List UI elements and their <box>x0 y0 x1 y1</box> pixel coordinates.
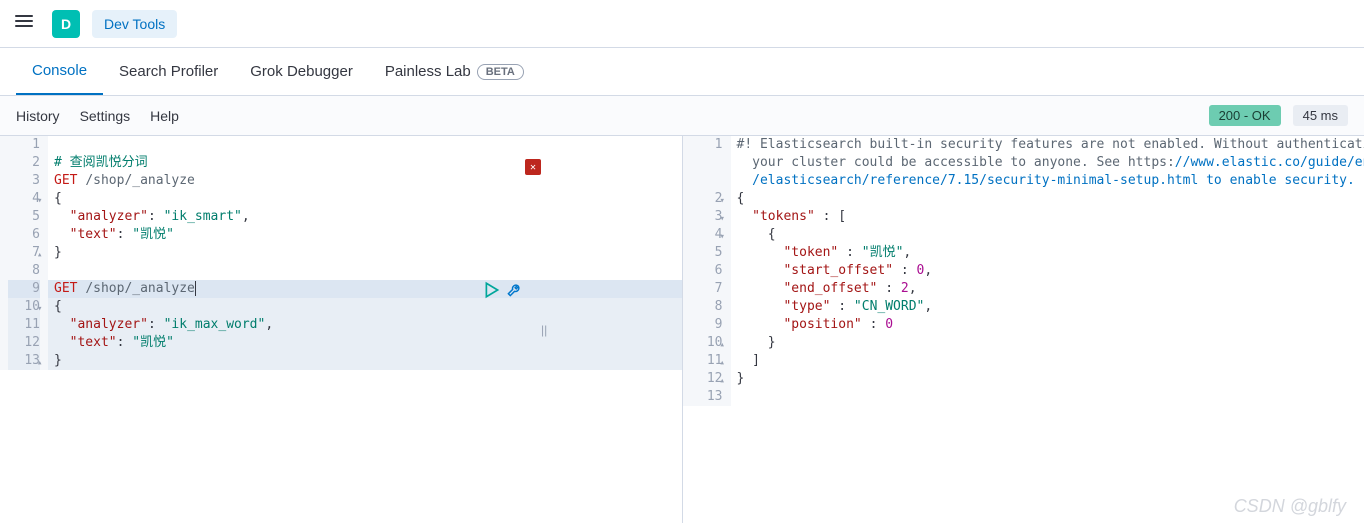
settings-link[interactable]: Settings <box>80 108 131 124</box>
error-marker-icon[interactable] <box>525 159 541 175</box>
response-viewer[interactable]: 12345678910111213#! Elasticsearch built-… <box>683 136 1364 523</box>
app-icon[interactable]: D <box>52 10 80 38</box>
status-badge: 200 - OK <box>1209 105 1281 126</box>
app-header: D Dev Tools <box>0 0 1364 48</box>
tab-console[interactable]: Console <box>16 48 103 95</box>
menu-icon[interactable] <box>12 12 36 36</box>
response-time: 45 ms <box>1293 105 1348 126</box>
history-link[interactable]: History <box>16 108 60 124</box>
request-editor[interactable]: 12345678910111213# 查阅凯悦分词GET /shop/_anal… <box>0 136 683 523</box>
help-link[interactable]: Help <box>150 108 179 124</box>
toolbar: History Settings Help 200 - OK 45 ms <box>0 96 1364 136</box>
beta-badge: BETA <box>477 64 524 80</box>
breadcrumb[interactable]: Dev Tools <box>92 10 177 38</box>
tab-grok_debugger[interactable]: Grok Debugger <box>234 48 369 95</box>
tabs: ConsoleSearch ProfilerGrok DebuggerPainl… <box>0 48 1364 96</box>
wrench-icon[interactable] <box>505 281 523 299</box>
tab-search_profiler[interactable]: Search Profiler <box>103 48 234 95</box>
editor-area: 12345678910111213# 查阅凯悦分词GET /shop/_anal… <box>0 136 1364 523</box>
tab-painless_lab[interactable]: Painless LabBETA <box>369 48 540 95</box>
play-icon[interactable] <box>483 281 501 299</box>
